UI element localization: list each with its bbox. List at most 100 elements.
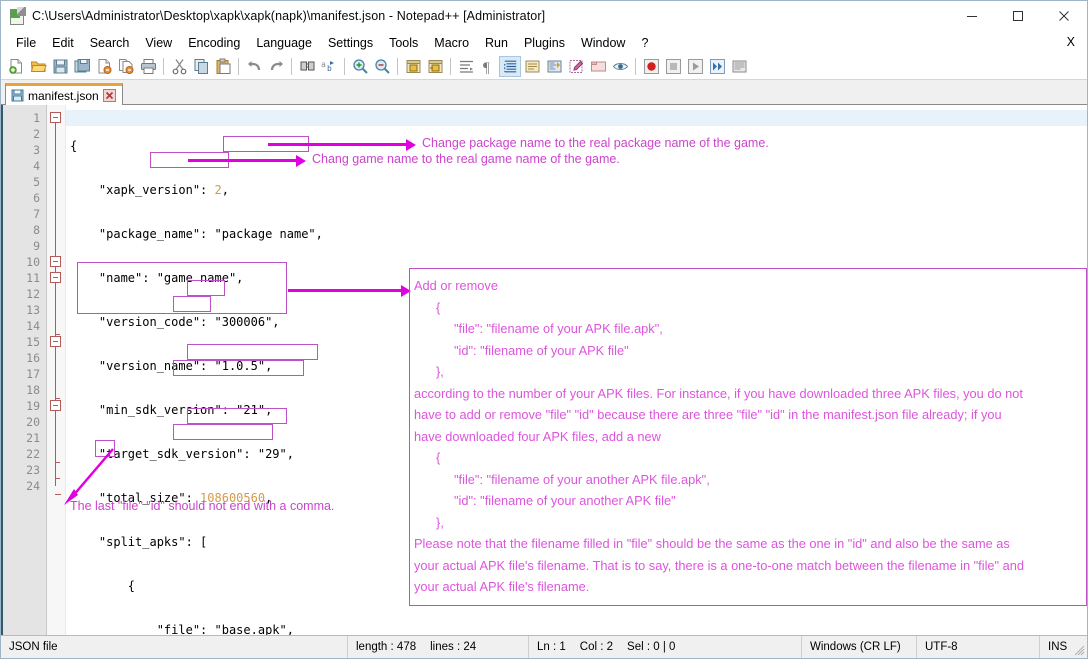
replace-icon[interactable]: ab [318,56,340,77]
document-map-icon[interactable] [543,56,565,77]
instr-line-3: "file": "filename of your APK file.apk", [414,318,1082,340]
line-number: 7 [3,206,46,222]
paste-icon[interactable] [212,56,234,77]
status-lines-label: lines : 24 [430,641,476,653]
cut-icon[interactable] [168,56,190,77]
word-wrap-icon[interactable] [455,56,477,77]
find-icon[interactable] [296,56,318,77]
stop-macro-icon[interactable] [662,56,684,77]
fold-toggle-line-10[interactable] [50,256,61,267]
notepad-plus-plus-icon [9,8,25,24]
function-list-icon[interactable] [565,56,587,77]
menu-tools[interactable]: Tools [381,34,426,52]
toolbar-separator [163,58,164,75]
copy-icon[interactable] [190,56,212,77]
arrow-package-name-line [268,143,408,146]
close-all-files-icon[interactable] [115,56,137,77]
line-number: 5 [3,174,46,190]
fold-toggle-line-11[interactable] [50,272,61,283]
instr-line-15: your actual APK file's filename. [414,576,1082,598]
annotation-comma-note: The last "file" "id" should not end with… [70,499,334,514]
annotation-instructions-box: Add or remove { "file": "filename of you… [409,268,1087,606]
menu-help[interactable]: ? [633,34,656,52]
status-col-label: Col : 2 [580,641,613,653]
run-icon[interactable] [728,56,750,77]
instr-line-6: according to the number of your APK file… [414,383,1082,405]
print-icon[interactable] [137,56,159,77]
open-file-icon[interactable] [27,56,49,77]
menu-macro[interactable]: Macro [426,34,477,52]
line-number: 8 [3,222,46,238]
tab-label: manifest.json [28,89,99,103]
menu-window[interactable]: Window [573,34,633,52]
highlight-xxhdpi-id [173,424,273,440]
json-number: 2 [215,183,222,197]
menu-search[interactable]: Search [82,34,138,52]
menu-plugins[interactable]: Plugins [516,34,573,52]
show-all-characters-icon[interactable]: ¶ [477,56,499,77]
menu-run[interactable]: Run [477,34,516,52]
save-icon[interactable] [49,56,71,77]
toolbar-separator [450,58,451,75]
fold-toggle-line-1[interactable] [50,112,61,123]
zoom-in-icon[interactable] [349,56,371,77]
instr-line-10: "file": "filename of your another APK fi… [414,469,1082,491]
resize-grip-icon[interactable] [1073,644,1085,656]
undo-icon[interactable] [243,56,265,77]
status-insert-mode[interactable]: INS [1040,636,1075,658]
new-file-icon[interactable] [5,56,27,77]
menu-encoding[interactable]: Encoding [180,34,248,52]
show-indent-guide-icon[interactable] [499,56,521,77]
editor-area[interactable]: 1 2 3 4 5 6 7 8 9 10 11 12 13 14 15 16 1… [1,105,1087,635]
instr-line-11: "id": "filename of your another APK file… [414,490,1082,512]
close-document-button[interactable]: X [1067,35,1075,49]
status-length-lines: length : 478 lines : 24 [348,636,528,658]
instr-line-1: Add or remove [414,275,1082,297]
zoom-out-icon[interactable] [371,56,393,77]
document-list-icon[interactable] [587,56,609,77]
line-number: 21 [3,430,46,446]
menu-settings[interactable]: Settings [320,34,381,52]
status-encoding[interactable]: UTF-8 [917,636,1039,658]
save-icon [11,89,24,102]
status-eol-format[interactable]: Windows (CR LF) [802,636,916,658]
line-number: 20 [3,414,46,430]
record-macro-icon[interactable] [640,56,662,77]
tab-manifest-json[interactable]: manifest.json [5,83,123,105]
menu-file[interactable]: File [8,34,44,52]
highlight-xxhdpi-file [187,408,287,424]
sync-vertical-scroll-icon[interactable] [402,56,424,77]
toolbar-separator [344,58,345,75]
maximize-button[interactable] [995,1,1041,31]
minimize-button[interactable] [949,1,995,31]
status-length-label: length : 478 [356,641,416,653]
toolbar-separator [635,58,636,75]
menu-language[interactable]: Language [248,34,320,52]
tab-bar: manifest.json [1,80,1087,105]
highlight-armeabi-file [187,344,318,360]
status-ln-label: Ln : 1 [537,641,566,653]
show-whitespace-icon[interactable] [609,56,631,77]
sync-horizontal-scroll-icon[interactable] [424,56,446,77]
fold-toggle-line-15[interactable] [50,336,61,347]
redo-icon[interactable] [265,56,287,77]
line-number: 6 [3,190,46,206]
user-defined-dialog-icon[interactable] [521,56,543,77]
status-encoding-label: UTF-8 [925,641,958,653]
menu-view[interactable]: View [137,34,180,52]
play-macro-icon[interactable] [684,56,706,77]
notepadpp-window: C:\Users\Administrator\Desktop\xapk\xapk… [0,0,1088,659]
run-macro-multiple-icon[interactable] [706,56,728,77]
fold-toggle-line-19[interactable] [50,400,61,411]
instr-line-2: { [414,297,1082,319]
save-all-icon[interactable] [71,56,93,77]
line-number: 2 [3,126,46,142]
code-folding-margin[interactable] [47,105,66,635]
code-line: "xapk_version": 2, [66,182,1087,198]
close-button[interactable] [1041,1,1087,31]
close-icon[interactable] [103,89,116,102]
annotation-game-name: Chang game name to the real game name of… [312,152,620,167]
close-file-icon[interactable] [93,56,115,77]
line-number: 18 [3,382,46,398]
menu-edit[interactable]: Edit [44,34,82,52]
